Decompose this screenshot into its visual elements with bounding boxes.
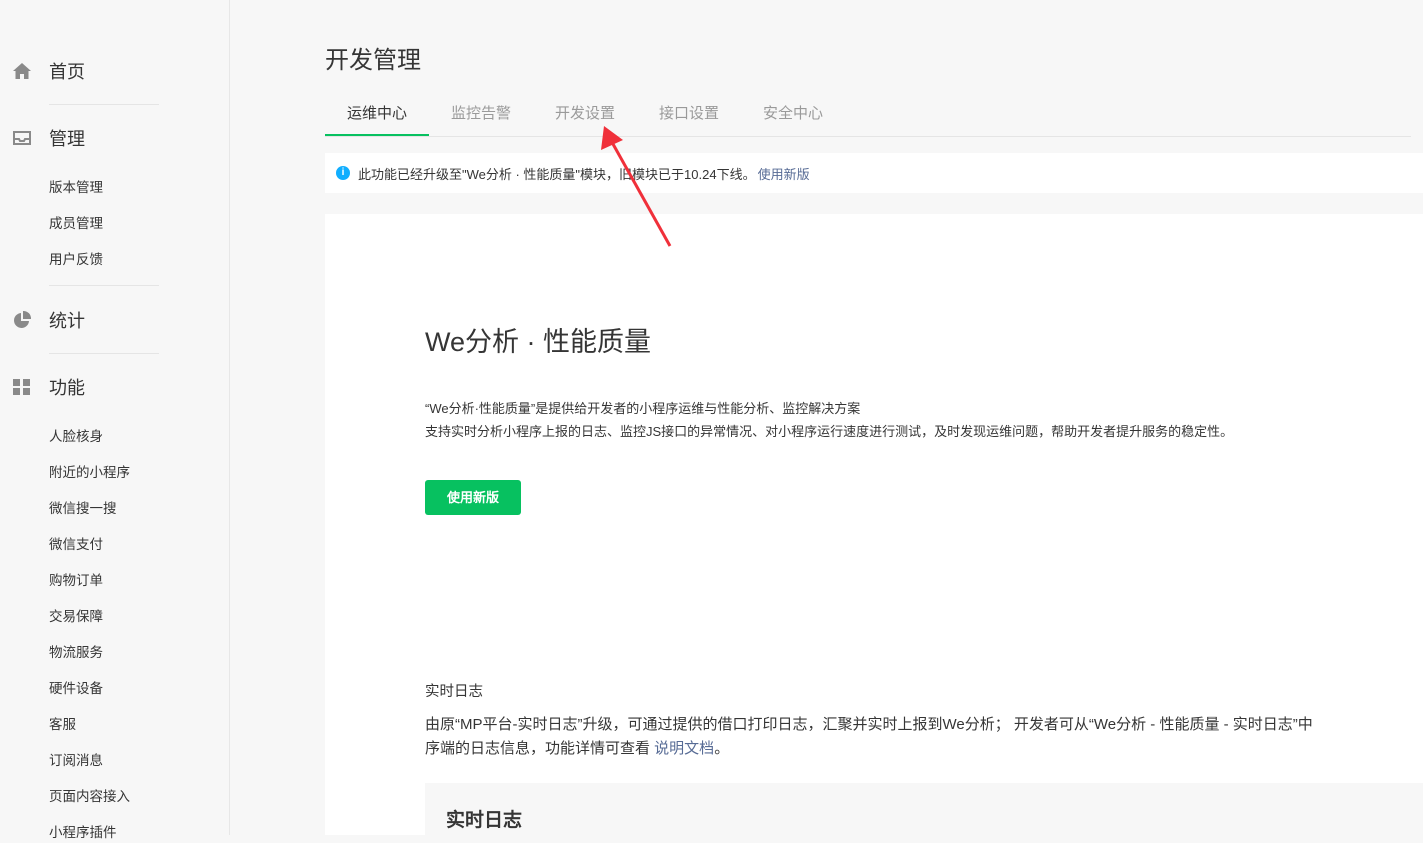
divider xyxy=(49,104,159,105)
sidebar: 首页 管理 版本管理 成员管理 用户反馈 统计 功能 人脸核身 附近的小程序 微… xyxy=(0,0,230,840)
notice-text: 此功能已经升级至"We分析 · 性能质量"模块，旧模块已于10.24下线。 xyxy=(358,166,756,182)
pie-chart-icon xyxy=(11,309,33,331)
tab-bar: 运维中心 监控告警 开发设置 接口设置 安全中心 xyxy=(325,96,1411,137)
use-new-version-link[interactable]: 使用新版 xyxy=(758,164,810,183)
upgrade-notice: i 此功能已经升级至"We分析 · 性能质量"模块，旧模块已于10.24下线。 … xyxy=(325,153,1423,193)
sidebar-item-face-verify[interactable]: 人脸核身 xyxy=(49,427,103,447)
docs-link[interactable]: 说明文档 xyxy=(654,740,714,757)
sidebar-item-logistics[interactable]: 物流服务 xyxy=(49,643,103,663)
tab-ops-center[interactable]: 运维中心 xyxy=(325,96,429,136)
log-box-title: 实时日志 xyxy=(446,810,523,831)
sidebar-item-subscribe[interactable]: 订阅消息 xyxy=(49,751,103,771)
sidebar-item-members[interactable]: 成员管理 xyxy=(49,214,103,234)
para-line2-end: 。 xyxy=(714,740,730,757)
card-desc-line1: “We分析·性能质量”是提供给开发者的小程序运维与性能分析、监控解决方案 xyxy=(425,401,861,416)
sidebar-item-content[interactable]: 页面内容接入 xyxy=(49,787,130,807)
grid-icon xyxy=(11,376,33,398)
sidebar-item-hardware[interactable]: 硬件设备 xyxy=(49,679,103,699)
page-title: 开发管理 xyxy=(325,47,421,74)
tab-security[interactable]: 安全中心 xyxy=(741,96,845,134)
nav-manage[interactable]: 管理 xyxy=(0,120,85,156)
nav-home-label: 首页 xyxy=(49,62,85,82)
section-para-line1: 由原“MP平台-实时日志”升级，可通过提供的借口打印日志，汇聚并实时上报到We分… xyxy=(425,716,1313,733)
sidebar-item-trade[interactable]: 交易保障 xyxy=(49,607,103,627)
sidebar-item-service[interactable]: 客服 xyxy=(49,715,76,735)
content-card: We分析 · 性能质量 “We分析·性能质量”是提供给开发者的小程序运维与性能分… xyxy=(325,214,1423,835)
info-icon: i xyxy=(336,166,350,180)
nav-stats[interactable]: 统计 xyxy=(0,302,85,338)
sidebar-item-feedback[interactable]: 用户反馈 xyxy=(49,250,103,270)
use-new-version-button[interactable]: 使用新版 xyxy=(425,480,521,515)
sidebar-item-version[interactable]: 版本管理 xyxy=(49,178,103,198)
divider xyxy=(49,285,159,286)
divider xyxy=(49,353,159,354)
sidebar-item-nearby[interactable]: 附近的小程序 xyxy=(49,463,130,483)
tab-dev-settings[interactable]: 开发设置 xyxy=(533,96,637,134)
nav-stats-label: 统计 xyxy=(49,311,85,331)
inbox-icon xyxy=(11,127,33,149)
para-line2-text: 序端的日志信息，功能详情可查看 xyxy=(425,740,655,757)
sidebar-item-plugin[interactable]: 小程序插件 xyxy=(49,823,117,843)
section-title: 实时日志 xyxy=(425,684,483,700)
card-desc-line2: 支持实时分析小程序上报的日志、监控JS接口的异常情况、对小程序运行速度进行测试，… xyxy=(425,424,1234,439)
nav-home[interactable]: 首页 xyxy=(0,53,85,89)
card-title: We分析 · 性能质量 xyxy=(425,327,652,357)
section-para-line2: 序端的日志信息，功能详情可查看 说明文档。 xyxy=(425,737,729,758)
tab-api-settings[interactable]: 接口设置 xyxy=(637,96,741,134)
tab-monitor-alert[interactable]: 监控告警 xyxy=(429,96,533,134)
nav-features-label: 功能 xyxy=(49,378,85,398)
sidebar-item-search[interactable]: 微信搜一搜 xyxy=(49,499,117,519)
log-box: 实时日志 xyxy=(425,783,1423,835)
home-icon xyxy=(11,60,33,82)
nav-features[interactable]: 功能 xyxy=(0,369,85,405)
sidebar-item-orders[interactable]: 购物订单 xyxy=(49,571,103,591)
nav-manage-label: 管理 xyxy=(49,129,85,149)
sidebar-item-pay[interactable]: 微信支付 xyxy=(49,535,103,555)
